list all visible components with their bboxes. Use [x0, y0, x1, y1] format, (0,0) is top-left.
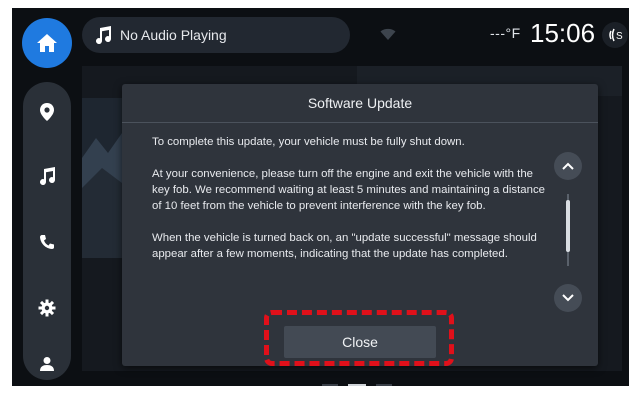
nav-rail: [18, 14, 76, 380]
gear-icon: [38, 299, 56, 317]
location-pin-icon: [40, 103, 54, 121]
scroll-up-button[interactable]: [554, 152, 582, 180]
page-indicator: [322, 384, 392, 386]
dialog-paragraph: At your convenience, please turn off the…: [152, 168, 545, 212]
nav-item-navigation[interactable]: [23, 92, 71, 132]
wifi-icon: [380, 28, 396, 40]
nav-rail-pill: [23, 82, 71, 380]
nav-item-settings[interactable]: [23, 288, 71, 328]
dialog-divider: [122, 122, 598, 123]
dialog-body[interactable]: To complete this update, your vehicle mu…: [152, 134, 547, 314]
scrollbar-thumb[interactable]: [566, 200, 570, 252]
svg-text:S: S: [616, 31, 623, 42]
close-button[interactable]: Close: [284, 326, 436, 358]
scroll-down-button[interactable]: [554, 284, 582, 312]
nav-item-profile[interactable]: [23, 344, 71, 384]
phone-icon: [40, 235, 54, 249]
home-button[interactable]: [22, 18, 72, 68]
nav-item-media[interactable]: [23, 156, 71, 196]
media-status-text: No Audio Playing: [120, 27, 227, 43]
dialog-paragraph: To complete this update, your vehicle mu…: [152, 136, 465, 148]
home-icon: [37, 34, 57, 52]
media-status-pill[interactable]: No Audio Playing: [82, 17, 350, 53]
chevron-down-icon: [562, 294, 574, 302]
background-image: [82, 98, 122, 258]
dialog-paragraph: When the vehicle is turned back on, an "…: [152, 232, 537, 260]
chevron-up-icon: [562, 162, 574, 170]
infotainment-screen: No Audio Playing ---°F 15:06 S Software …: [12, 8, 629, 386]
voice-assistant-button[interactable]: S: [602, 22, 628, 48]
music-note-icon: [96, 26, 112, 44]
clock: 15:06: [530, 18, 596, 48]
dialog-title: Software Update: [307, 95, 413, 111]
software-update-dialog: Software Update To complete this update,…: [122, 84, 598, 366]
nav-item-phone[interactable]: [23, 222, 71, 262]
music-note-icon: [40, 167, 56, 185]
outside-temperature: ---°F: [490, 25, 521, 41]
person-icon: [40, 357, 54, 371]
voice-wave-icon: S: [609, 28, 623, 42]
